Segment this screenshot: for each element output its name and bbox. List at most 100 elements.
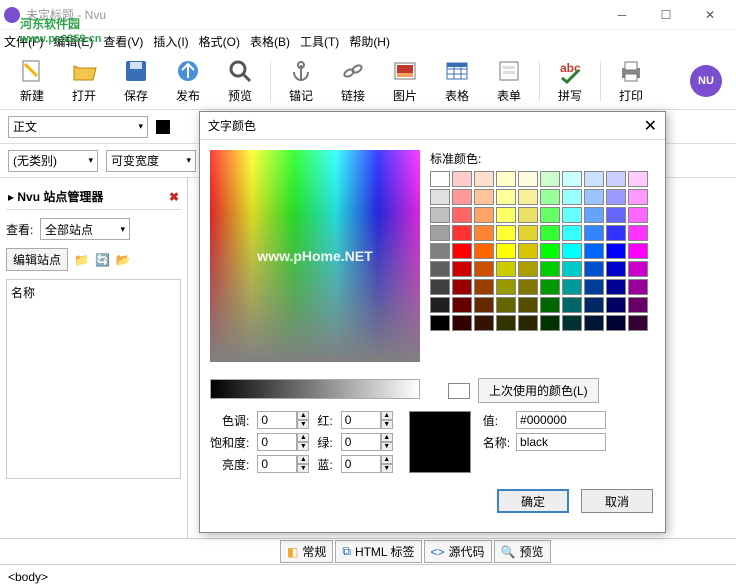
color-swatch[interactable] — [496, 189, 516, 205]
color-swatch[interactable] — [584, 279, 604, 295]
color-swatch[interactable] — [606, 171, 626, 187]
last-used-color-button[interactable]: 上次使用的颜色(L) — [478, 378, 599, 403]
color-swatch[interactable] — [606, 279, 626, 295]
color-swatch[interactable] — [518, 243, 538, 259]
color-swatch[interactable] — [474, 279, 494, 295]
color-swatch[interactable] — [628, 189, 648, 205]
color-swatch[interactable] — [628, 225, 648, 241]
color-swatch[interactable] — [628, 279, 648, 295]
color-swatch[interactable] — [430, 243, 450, 259]
sat-input[interactable]: ▲▼ — [257, 433, 309, 451]
color-swatch[interactable] — [496, 315, 516, 331]
color-swatch[interactable] — [606, 261, 626, 277]
color-swatch[interactable] — [518, 225, 538, 241]
color-swatch[interactable] — [452, 315, 472, 331]
color-swatch[interactable] — [606, 315, 626, 331]
color-swatch[interactable] — [430, 171, 450, 187]
color-swatch[interactable] — [562, 225, 582, 241]
color-swatch[interactable] — [518, 171, 538, 187]
color-swatch[interactable] — [606, 225, 626, 241]
hue-input[interactable]: ▲▼ — [257, 411, 309, 429]
image-button[interactable]: 图片 — [379, 57, 431, 104]
color-swatch[interactable] — [430, 261, 450, 277]
color-swatch[interactable] — [474, 297, 494, 313]
color-swatch[interactable] — [584, 225, 604, 241]
color-swatch[interactable] — [518, 207, 538, 223]
color-swatch[interactable] — [430, 315, 450, 331]
color-swatch[interactable] — [628, 297, 648, 313]
color-swatch[interactable] — [430, 207, 450, 223]
color-swatch[interactable] — [518, 261, 538, 277]
color-swatch[interactable] — [540, 261, 560, 277]
width-select[interactable]: 可变宽度▾ — [106, 150, 196, 172]
color-swatch[interactable] — [584, 297, 604, 313]
color-swatch[interactable] — [452, 171, 472, 187]
open-button[interactable]: 打开 — [58, 57, 110, 104]
hex-input[interactable] — [516, 411, 606, 429]
tab-html-tags[interactable]: ⧉HTML 标签 — [335, 540, 421, 563]
color-swatch[interactable] — [452, 279, 472, 295]
green-input[interactable]: ▲▼ — [341, 433, 393, 451]
link-button[interactable]: 链接 — [327, 57, 379, 104]
color-swatch[interactable] — [540, 189, 560, 205]
color-swatch[interactable] — [628, 243, 648, 259]
color-swatch[interactable] — [452, 207, 472, 223]
anchor-button[interactable]: 锚记 — [275, 57, 327, 104]
paragraph-style-select[interactable]: 正文▾ — [8, 116, 148, 138]
lightness-gradient[interactable] — [210, 379, 420, 399]
menu-format[interactable]: 格式(O) — [199, 33, 240, 50]
dialog-close-icon[interactable]: ✕ — [644, 116, 657, 136]
menu-insert[interactable]: 插入(I) — [153, 33, 188, 50]
color-swatch[interactable] — [474, 243, 494, 259]
color-swatch[interactable] — [496, 225, 516, 241]
color-spectrum[interactable]: www.pHome.NET — [210, 150, 420, 362]
cancel-button[interactable]: 取消 — [581, 489, 653, 513]
color-swatch[interactable] — [540, 171, 560, 187]
menu-view[interactable]: 查看(V) — [103, 33, 143, 50]
color-swatch[interactable] — [562, 189, 582, 205]
color-swatch[interactable] — [562, 171, 582, 187]
color-swatch[interactable] — [540, 225, 560, 241]
color-swatch[interactable] — [584, 171, 604, 187]
color-swatch[interactable] — [496, 243, 516, 259]
color-swatch[interactable] — [452, 243, 472, 259]
color-swatch[interactable] — [540, 243, 560, 259]
color-swatch[interactable] — [474, 225, 494, 241]
ok-button[interactable]: 确定 — [497, 489, 569, 513]
color-swatch[interactable] — [474, 315, 494, 331]
color-swatch[interactable] — [606, 189, 626, 205]
color-swatch[interactable] — [540, 315, 560, 331]
color-swatch[interactable] — [496, 261, 516, 277]
menu-help[interactable]: 帮助(H) — [349, 33, 390, 50]
tab-source[interactable]: <>源代码 — [424, 540, 492, 563]
publish-button[interactable]: 发布 — [162, 57, 214, 104]
tab-preview[interactable]: 🔍预览 — [494, 540, 551, 563]
color-swatch[interactable] — [496, 297, 516, 313]
color-swatch[interactable] — [474, 171, 494, 187]
new-folder-icon[interactable]: 📁 — [74, 253, 89, 267]
color-swatch[interactable] — [540, 297, 560, 313]
new-button[interactable]: 新建 — [6, 57, 58, 104]
edit-site-button[interactable]: 编辑站点 — [6, 248, 68, 271]
color-swatch[interactable] — [562, 261, 582, 277]
color-swatch[interactable] — [452, 225, 472, 241]
color-swatch[interactable] — [606, 297, 626, 313]
color-swatch[interactable] — [430, 225, 450, 241]
color-swatch[interactable] — [584, 189, 604, 205]
text-color-well[interactable] — [156, 120, 170, 134]
save-button[interactable]: 保存 — [110, 57, 162, 104]
print-button[interactable]: 打印 — [605, 57, 657, 104]
color-swatch[interactable] — [540, 207, 560, 223]
spell-button[interactable]: abc拼写 — [544, 57, 596, 104]
name-input[interactable] — [516, 433, 606, 451]
refresh-icon[interactable]: 🔄 — [95, 253, 110, 267]
class-select[interactable]: (无类别)▾ — [8, 150, 98, 172]
color-swatch[interactable] — [562, 243, 582, 259]
red-input[interactable]: ▲▼ — [341, 411, 393, 429]
close-button[interactable]: ✕ — [688, 1, 732, 29]
color-swatch[interactable] — [430, 297, 450, 313]
color-swatch[interactable] — [496, 207, 516, 223]
color-swatch[interactable] — [518, 297, 538, 313]
color-swatch[interactable] — [452, 189, 472, 205]
color-swatch[interactable] — [606, 243, 626, 259]
